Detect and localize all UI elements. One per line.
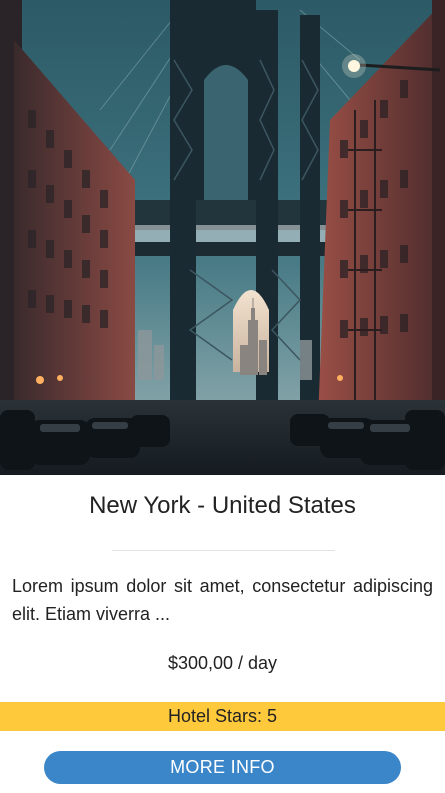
hotel-stars-badge: Hotel Stars: 5 <box>0 702 445 731</box>
more-info-label: MORE INFO <box>170 757 275 777</box>
hotel-stars-label: Hotel Stars: 5 <box>167 706 278 726</box>
divider <box>112 550 335 551</box>
price-per-day: $300,00 / day <box>167 653 278 673</box>
more-info-button[interactable]: MORE INFO <box>44 751 401 784</box>
destination-photo <box>0 0 445 475</box>
destination-card: New York - United States Lorem ipsum dol… <box>0 0 445 793</box>
destination-title: New York - United States <box>89 492 356 519</box>
destination-description: Lorem ipsum dolor sit amet, consectetur … <box>12 576 433 624</box>
